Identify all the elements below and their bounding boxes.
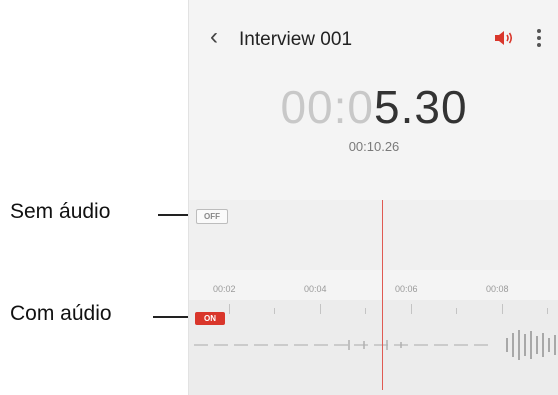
audio-waveform [194, 330, 556, 360]
timeline-label: 00:02 [213, 284, 236, 294]
page-title: Interview 001 [239, 29, 353, 50]
playhead[interactable] [382, 200, 383, 390]
more-vert-icon[interactable] [533, 26, 545, 50]
callout-without-audio: Sem áudio [0, 200, 188, 230]
timeline-label: 00:06 [395, 284, 418, 294]
app-bar: ‹ Interview 001 [189, 22, 558, 56]
speaker-icon[interactable] [493, 28, 515, 48]
callout-line [158, 214, 188, 216]
callout-with-audio: Com aúdio [0, 302, 188, 332]
elapsed-timer-bright: 5.30 [374, 81, 468, 133]
total-duration: 00:10.26 [348, 139, 400, 154]
active-track [189, 300, 558, 395]
back-chevron-icon[interactable]: ‹ [203, 25, 225, 51]
callout-line [153, 316, 188, 318]
timeline-label: 00:04 [304, 284, 327, 294]
muted-track: OFF [189, 200, 558, 270]
timeline: 00:02 00:04 00:06 00:08 [189, 284, 558, 300]
elapsed-timer: 00:05.30 [189, 80, 558, 134]
track-toggle-on[interactable]: ON [195, 312, 225, 325]
callout-label-without-audio: Sem áudio [10, 200, 111, 223]
callout-label-with-audio: Com aúdio [10, 302, 112, 325]
track-toggle-off[interactable]: OFF [196, 209, 228, 224]
elapsed-timer-dim: 00:0 [280, 81, 374, 133]
timeline-label: 00:08 [486, 284, 509, 294]
track-area: OFF 00:02 00:04 00:06 00:08 ON [189, 200, 558, 395]
recorder-screen: ‹ Interview 001 00:05.30 00:10.26 OFF 00… [188, 0, 558, 395]
